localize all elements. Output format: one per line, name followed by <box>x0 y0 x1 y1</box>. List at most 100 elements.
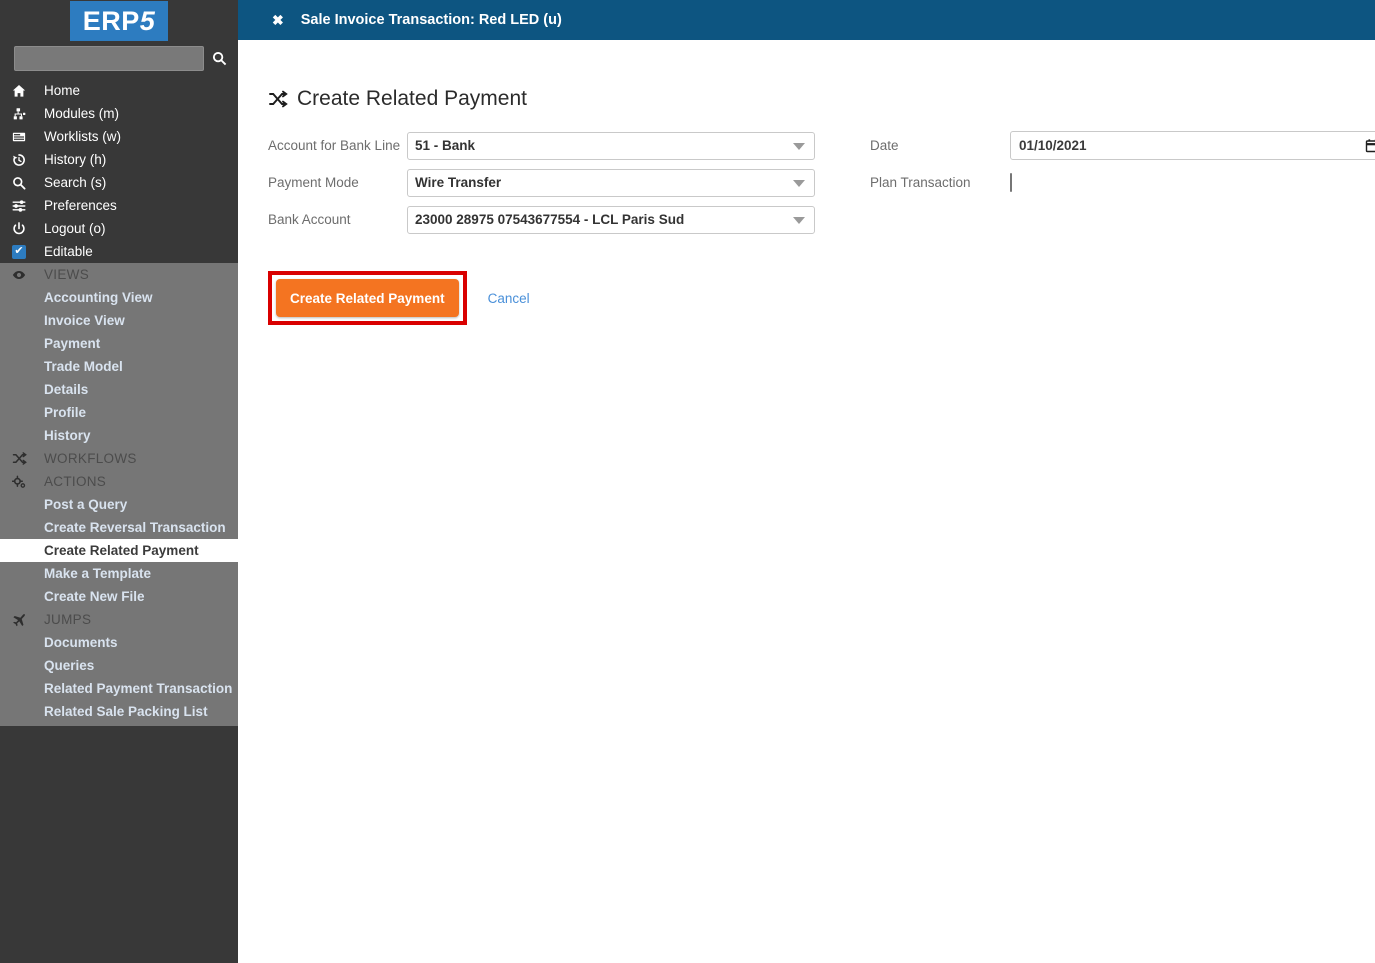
sidebar-item-documents[interactable]: Documents <box>0 631 238 654</box>
home-icon <box>12 84 38 98</box>
logo-text-main: ERP <box>82 5 140 36</box>
sidebar-nav-item-preferences[interactable]: Preferences <box>0 194 238 217</box>
worklists-icon <box>12 130 38 144</box>
sidebar-nav-label: Modules (m) <box>44 106 120 121</box>
sidebar-item-trade-model[interactable]: Trade Model <box>0 355 238 378</box>
select-value: 23000 28975 07543677554 - LCL Paris Sud <box>415 212 685 227</box>
sidebar-nav-item-history-h[interactable]: History (h) <box>0 148 238 171</box>
plan-transaction-checkbox[interactable] <box>1010 172 1012 192</box>
sidebar-item-make-a-template[interactable]: Make a Template <box>0 562 238 585</box>
chevron-down-icon <box>793 216 805 224</box>
search-icon[interactable] <box>212 51 227 66</box>
sidebar-item-related-payment-transaction[interactable]: Related Payment Transaction <box>0 677 238 700</box>
sidebar-nav-item-worklists-w[interactable]: Worklists (w) <box>0 125 238 148</box>
checkbox-checked-icon[interactable]: ✔ <box>12 244 26 259</box>
document-header-bar: ✖ Sale Invoice Transaction: Red LED (u) <box>238 0 1375 40</box>
sidebar-main-nav: Home Modules (m) Worklists (w) History (h) S… <box>0 79 238 263</box>
field-label: Account for Bank Line <box>268 138 401 153</box>
form-row: Account for Bank Line 51 - Bank <box>268 127 815 164</box>
search-input[interactable] <box>14 46 204 71</box>
sidebar-nav-item-search-s[interactable]: Search (s) <box>0 171 238 194</box>
field-label: Plan Transaction <box>870 175 971 190</box>
form-row: Payment Mode Wire Transfer <box>268 164 815 201</box>
document-title: Sale Invoice Transaction: Red LED (u) <box>300 12 562 28</box>
calendar-icon[interactable] <box>1365 138 1375 156</box>
sidebar-nav-label: Search (s) <box>44 175 107 190</box>
sidebar-sections-panel: VIEWS Accounting View Invoice View Payment T… <box>0 263 238 726</box>
bank-account-select[interactable]: 23000 28975 07543677554 - LCL Paris Sud <box>407 205 815 234</box>
select-value: Wire Transfer <box>415 175 502 190</box>
plane-icon <box>12 613 38 627</box>
shuffle-icon <box>12 451 38 466</box>
sidebar-item-related-sale-packing-list[interactable]: Related Sale Packing List <box>0 700 238 723</box>
gears-icon <box>12 475 38 489</box>
logout-icon <box>12 221 38 236</box>
sidebar-item-invoice-view[interactable]: Invoice View <box>0 309 238 332</box>
field-label: Payment Mode <box>268 175 359 190</box>
sidebar-section-title: VIEWS <box>44 267 90 282</box>
payment-mode-select[interactable]: Wire Transfer <box>407 168 815 197</box>
sidebar-item-queries[interactable]: Queries <box>0 654 238 677</box>
sidebar-item-details[interactable]: Details <box>0 378 238 401</box>
logo-text-accent: 5 <box>139 5 156 36</box>
eye-icon <box>12 268 38 282</box>
sidebar-nav-item-editable[interactable]: ✔ Editable <box>0 240 238 263</box>
sidebar-item-post-a-query[interactable]: Post a Query <box>0 493 238 516</box>
sidebar-item-profile[interactable]: Profile <box>0 401 238 424</box>
form-action-row: Create Related Payment Cancel <box>268 268 1375 328</box>
sidebar-nav-label: Home <box>44 83 81 98</box>
sidebar-section-title: JUMPS <box>44 612 92 627</box>
sidebar-item-history[interactable]: History <box>0 424 238 447</box>
form-column-left: Account for Bank Line 51 - Bank Payment Mo… <box>268 127 815 238</box>
checkbox-checked-icon[interactable]: ✔ <box>12 244 38 259</box>
date-input[interactable]: 01/10/2021 <box>1010 131 1375 160</box>
form-row: Plan Transaction <box>870 164 1375 201</box>
page-title: Create Related Payment <box>268 88 1375 109</box>
sidebar-nav-item-home[interactable]: Home <box>0 79 238 102</box>
sidebar-nav-label: Logout (o) <box>44 221 106 236</box>
checkbox-box[interactable] <box>1010 172 1012 192</box>
sidebar-item-create-reversal-transaction[interactable]: Create Reversal Transaction <box>0 516 238 539</box>
sidebar-nav-item-modules-m[interactable]: Modules (m) <box>0 102 238 125</box>
sidebar: ERP 5 Home Modules (m) Worklists (w) History… <box>0 0 238 963</box>
form-row: Date 01/10/2021 <box>870 127 1375 164</box>
erp5-logo[interactable]: ERP 5 <box>70 1 168 41</box>
account-for-bank-line-select[interactable]: 51 - Bank <box>407 131 815 160</box>
preferences-icon <box>12 199 38 213</box>
search-icon <box>12 176 38 190</box>
create-related-payment-button[interactable]: Create Related Payment <box>276 279 459 317</box>
date-value: 01/10/2021 <box>1019 138 1087 153</box>
sidebar-nav-label: Editable <box>44 244 93 259</box>
sidebar-item-payment[interactable]: Payment <box>0 332 238 355</box>
close-icon[interactable]: ✖ <box>272 13 284 27</box>
sidebar-item-create-related-payment[interactable]: Create Related Payment <box>0 539 238 562</box>
field-label: Bank Account <box>268 212 351 227</box>
page-title-text: Create Related Payment <box>297 87 527 110</box>
sidebar-item-accounting-view[interactable]: Accounting View <box>0 286 238 309</box>
sidebar-section-jumps[interactable]: JUMPS <box>0 608 238 631</box>
main-area: ✖ Sale Invoice Transaction: Red LED (u) … <box>238 0 1375 963</box>
sidebar-section-views[interactable]: VIEWS <box>0 263 238 286</box>
sidebar-nav-label: History (h) <box>44 152 107 167</box>
highlight-annotation: Create Related Payment <box>268 271 467 325</box>
chevron-down-icon <box>793 179 805 187</box>
sidebar-section-title: WORKFLOWS <box>44 451 137 466</box>
sidebar-nav-item-logout-o[interactable]: Logout (o) <box>0 217 238 240</box>
shuffle-icon <box>268 89 288 109</box>
erp5-application-window: ERP 5 Home Modules (m) Worklists (w) History… <box>0 0 1375 963</box>
cancel-link[interactable]: Cancel <box>488 291 530 306</box>
modules-icon <box>12 107 38 121</box>
sidebar-item-create-new-file[interactable]: Create New File <box>0 585 238 608</box>
sidebar-nav-label: Worklists (w) <box>44 129 121 144</box>
sidebar-search-row <box>0 42 238 79</box>
sidebar-section-actions[interactable]: ACTIONS <box>0 470 238 493</box>
form-column-right: Date 01/10/2021 Plan Transaction <box>870 127 1375 238</box>
chevron-down-icon <box>793 142 805 150</box>
sidebar-nav-label: Preferences <box>44 198 117 213</box>
form-row: Bank Account 23000 28975 07543677554 - LC… <box>268 201 815 238</box>
content-region: Create Related Payment Account for Bank … <box>238 40 1375 328</box>
sidebar-section-workflows[interactable]: WORKFLOWS <box>0 447 238 470</box>
history-icon <box>12 153 38 167</box>
logo-container: ERP 5 <box>0 0 238 42</box>
sidebar-section-title: ACTIONS <box>44 474 107 489</box>
